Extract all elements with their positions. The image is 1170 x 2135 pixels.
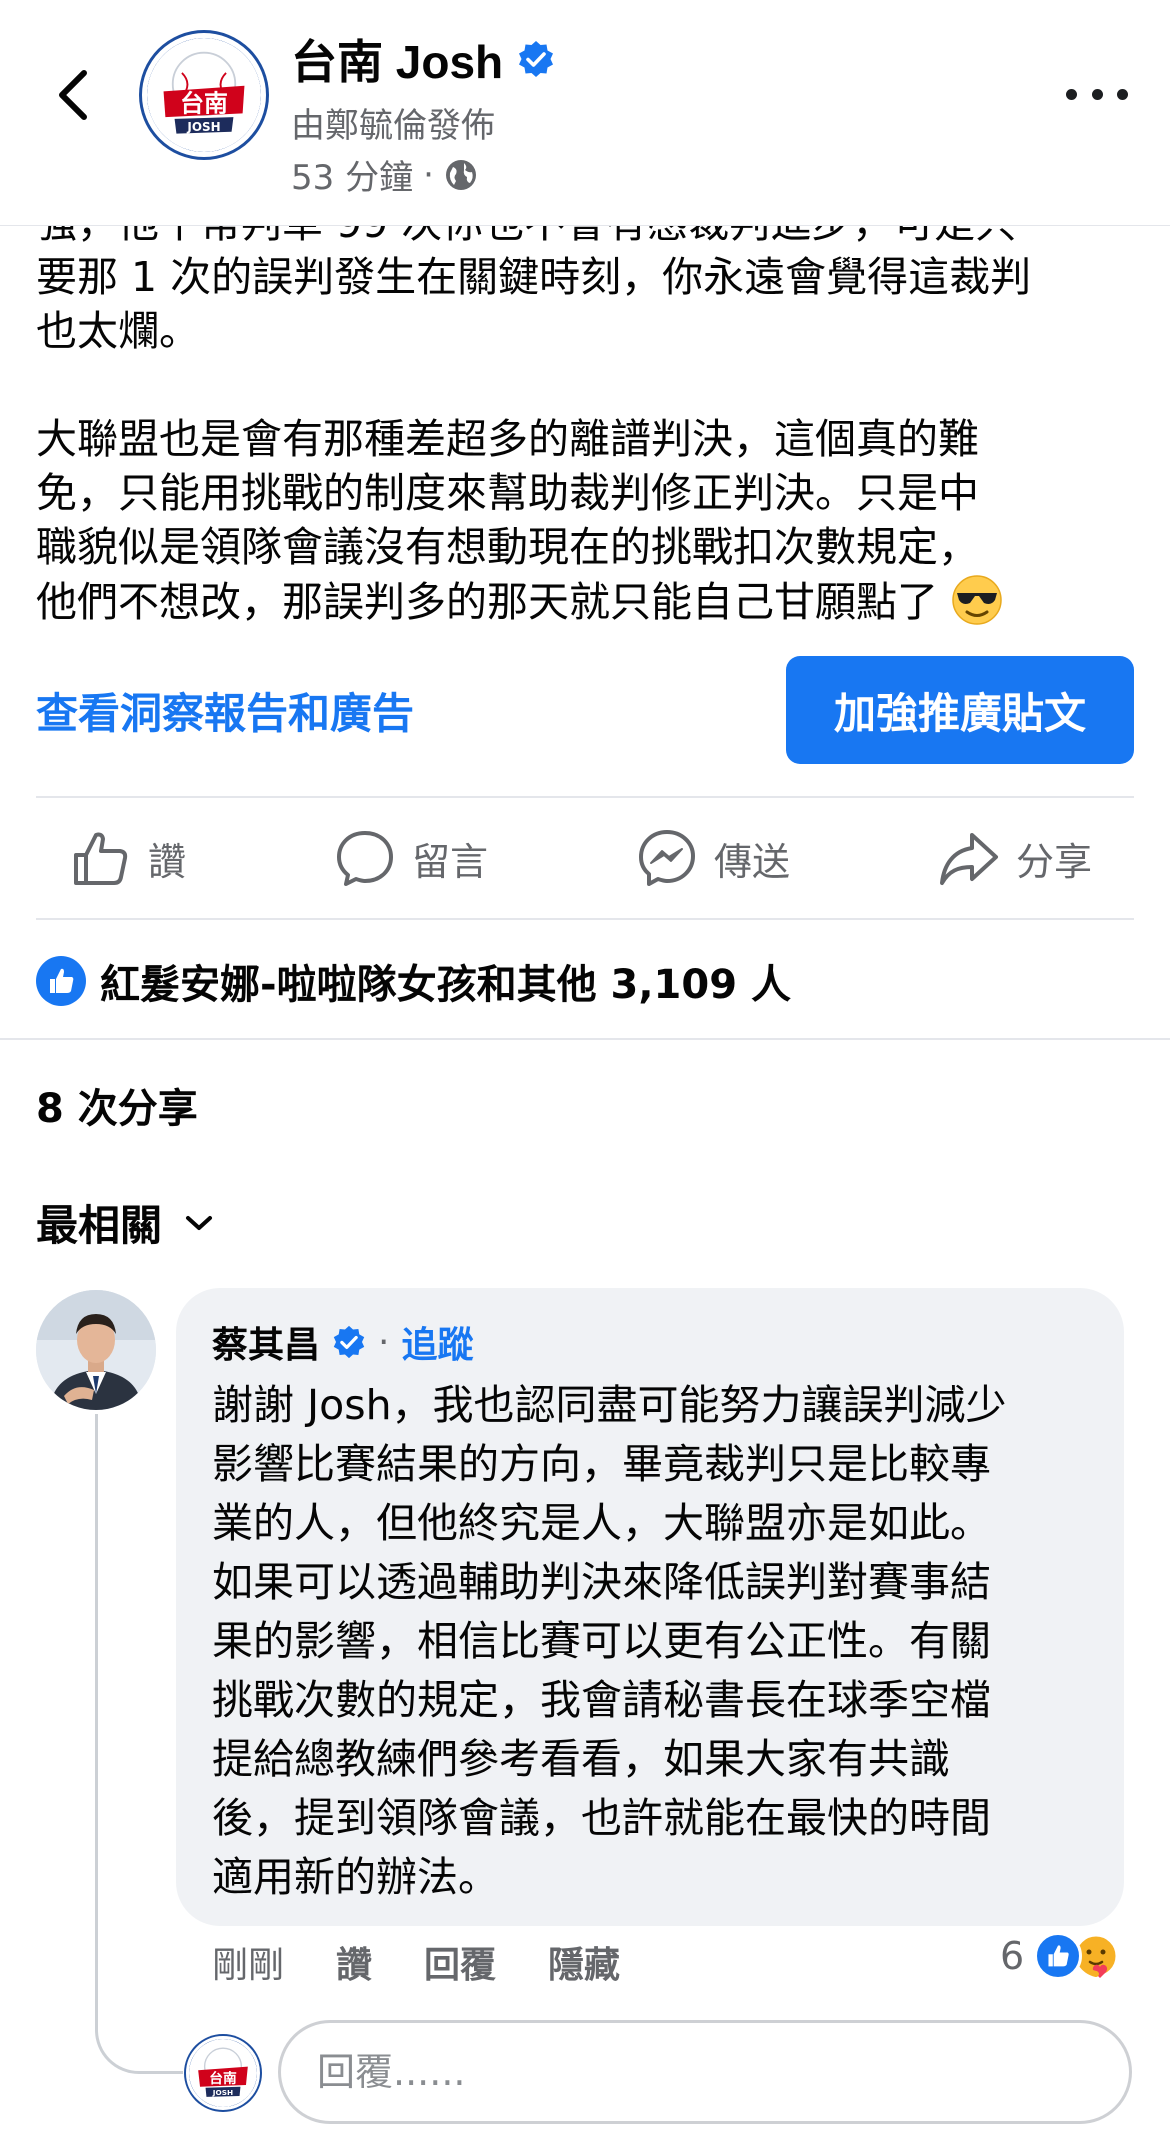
logo-text-top: 台南 [209,2070,237,2087]
more-dot-icon [1091,88,1103,100]
time-separator: · [423,154,434,195]
thread-connector [95,1414,183,2074]
chevron-down-icon [186,1215,213,1230]
verified-badge-icon [517,40,555,78]
verified-badge-icon [333,1325,365,1359]
commenter-name[interactable]: 蔡其昌 [212,1316,320,1368]
send-action-button[interactable]: 傳送 [636,820,790,896]
sort-label: 最相關 [36,1201,163,1250]
page-avatar[interactable]: 台南 JOSH [142,33,266,157]
comment-bubble-icon [337,831,393,886]
reaction-summary-text: 紅髮安娜-啦啦隊女孩和其他 3,109 人 [100,962,791,1008]
logo-text-bottom: JOSH [212,2088,233,2097]
thumbs-up-icon [74,832,128,885]
divider [36,796,1134,798]
comment-time: 剛剛 [212,1945,285,1986]
post-paragraph-2: 大聯盟也是會有那種差超多的離譜判決，這個真的難 免，只能用挑戰的制度來幫助裁判修… [36,415,979,626]
like-action-label: 讚 [148,839,187,884]
view-insights-link[interactable]: 查看洞察報告和廣告 [36,680,414,741]
person-avatar-icon [36,1290,156,1410]
comment-reaction-count: 6 [1000,1934,1025,1978]
logo-text-bottom: JOSH [186,120,220,134]
comment-action-button[interactable]: 留言 [334,820,488,896]
more-dot-icon [1066,88,1077,100]
time-text: 53 分鐘 [291,158,414,198]
comment-reply-button[interactable]: 回覆 [424,1936,496,1988]
team-logo-icon: 台南 JOSH [189,2039,257,2107]
page-name[interactable]: 台南 Josh [291,26,555,92]
logo-text-top: 台南 [180,90,228,118]
back-button[interactable] [42,60,102,130]
like-reaction-icon [1034,1932,1083,1980]
chevron-left-icon [59,70,87,120]
like-action-button[interactable]: 讚 [70,820,186,896]
messenger-icon [639,830,695,886]
more-dot-icon [1117,88,1128,100]
share-count[interactable]: 8 次分享 [36,1076,198,1134]
section-divider [0,1038,1170,1040]
team-logo-icon: 台南 JOSH [147,38,261,152]
post-text: 強，他平常判草 99 次你也不會有感裁判進步，可是只 要那 1 次的誤判發生在關… [36,199,1136,629]
post-timestamp[interactable]: 53 分鐘 · [291,150,478,199]
comment-action-label: 留言 [412,839,489,884]
post-paragraph-1: 要那 1 次的誤判發生在關鍵時刻，你永遠會覺得這裁判 也太爛。 [36,253,1032,355]
comment-bubble: 蔡其昌 · 追蹤 謝謝 Josh，我也認同盡可能努力讓誤判減少 影響比賽結果的方… [176,1288,1124,1926]
divider [36,918,1134,920]
name-separator: · [378,1321,390,1363]
published-by: 由鄭毓倫發佈 [291,106,495,146]
reaction-summary[interactable]: 紅髮安娜-啦啦隊女孩和其他 3,109 人 [36,952,791,1010]
share-action-label: 分享 [1016,839,1093,884]
comment-like-button[interactable]: 讚 [336,1936,372,1988]
more-options-button[interactable] [1066,74,1128,114]
share-action-button[interactable]: 分享 [938,820,1092,896]
share-arrow-icon [940,833,998,885]
comment-sort-dropdown[interactable]: 最相關 [36,1192,214,1253]
comment-reaction-summary[interactable]: 6 [1000,1932,1120,1980]
commenter-avatar[interactable] [36,1290,156,1410]
send-action-label: 傳送 [714,839,791,884]
follow-button[interactable]: 追蹤 [401,1316,473,1368]
comment-meta: 剛剛 讚 回覆 隱藏 [212,1936,620,1988]
post-header: 台南 JOSH 台南 Josh 由鄭毓倫發佈 53 分鐘 · [0,0,1170,226]
comment-hide-button[interactable]: 隱藏 [548,1936,620,1988]
globe-icon [445,159,476,190]
boost-post-button[interactable]: 加強推廣貼文 [786,656,1134,764]
comment-text: 謝謝 Josh，我也認同盡可能努力讓誤判減少 影響比賽結果的方向，畢竟裁判只是比… [212,1381,1007,1901]
sunglasses-emoji-icon [952,575,1002,625]
like-reaction-icon [36,956,86,1006]
reply-input[interactable] [278,2020,1132,2124]
my-page-avatar: 台南 JOSH [186,2036,260,2110]
page-name-text: 台南 Josh [291,36,504,88]
